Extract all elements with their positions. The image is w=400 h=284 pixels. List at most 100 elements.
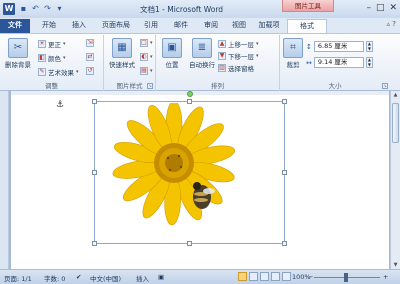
close-icon[interactable]: ✕	[389, 2, 397, 14]
tab-format[interactable]: 格式	[287, 19, 327, 33]
tab-home[interactable]: 开始	[36, 19, 62, 33]
language[interactable]: 中文(中国)	[90, 273, 121, 283]
tab-insert[interactable]: 插入	[66, 19, 92, 33]
scroll-down-icon[interactable]: ▼	[392, 262, 399, 268]
full-screen-reading-icon[interactable]	[249, 272, 258, 281]
group-size: ⌗ 裁剪 ↕ 6.85 厘米 ▲ ▼ ↔ 9.14 厘米 ▲ ▼ 大小 ↘	[280, 35, 390, 91]
send-backward-icon: ▼	[218, 52, 226, 60]
scroll-up-icon[interactable]: ▲	[392, 92, 399, 98]
picture-selection-frame[interactable]	[94, 101, 285, 244]
resize-handle-right[interactable]	[282, 170, 287, 175]
group-label-size: 大小	[328, 82, 342, 90]
tab-references[interactable]: 引用	[138, 19, 164, 33]
tab-mailings[interactable]: 邮件	[168, 19, 194, 33]
selection-pane-label: 选择窗格	[228, 65, 254, 73]
zoom-out-icon[interactable]: −	[308, 273, 313, 281]
resize-handle-left[interactable]	[92, 170, 97, 175]
position-icon: ▣	[162, 38, 182, 58]
compress-icon: ⇲	[86, 39, 94, 47]
vertical-scrollbar[interactable]: ▲ ▼	[390, 91, 400, 269]
word-app-icon[interactable]: W	[3, 3, 15, 15]
picture-effects-button[interactable]: ◐ ▾	[140, 53, 153, 61]
height-icon: ↕	[306, 42, 312, 51]
width-spinner[interactable]: ↔ 9.14 厘米 ▲ ▼	[306, 57, 373, 68]
height-spin-arrows-icon[interactable]: ▲ ▼	[365, 41, 373, 52]
insert-mode[interactable]: 插入	[136, 273, 149, 283]
title-bar: W ▪ ↶ ↷ ▾ 文档1 - Microsoft Word 图片工具 – □ …	[0, 0, 400, 18]
picture-border-button[interactable]: □ ▾	[140, 39, 153, 47]
tab-page-layout[interactable]: 页面布局	[96, 19, 136, 33]
tab-view[interactable]: 视图	[226, 19, 252, 33]
send-backward-button[interactable]: ▼ 下移一层 ▾	[218, 51, 259, 61]
send-backward-label: 下移一层	[228, 53, 254, 61]
save-icon[interactable]: ▪	[19, 4, 28, 13]
tab-review[interactable]: 审阅	[198, 19, 224, 33]
selection-pane-button[interactable]: ▥ 选择窗格	[218, 63, 254, 73]
change-picture-button[interactable]: ⇄	[86, 53, 94, 61]
window-title: 文档1 - Microsoft Word	[140, 5, 224, 14]
customize-qat-icon[interactable]: ▾	[55, 4, 64, 13]
dropdown-arrow-icon: ▾	[63, 41, 66, 47]
macro-record-icon[interactable]: ▣	[158, 273, 164, 281]
window-controls: – □ ✕	[366, 2, 397, 14]
height-spinner[interactable]: ↕ 6.85 厘米 ▲ ▼	[306, 41, 373, 52]
anchor-icon: ⚓	[56, 100, 65, 110]
resize-handle-top-right[interactable]	[282, 99, 287, 104]
resize-handle-top-left[interactable]	[92, 99, 97, 104]
group-arrange: ▣ 位置 ≣ 自动换行 ▲ 上移一层 ▾ ▼ 下移一层 ▾ ▥ 选择窗格 排列	[156, 35, 280, 91]
maximize-icon[interactable]: □	[376, 2, 385, 14]
crop-button[interactable]: ⌗ 裁剪	[282, 38, 304, 69]
zoom-slider-knob[interactable]	[344, 273, 348, 282]
resize-handle-top[interactable]	[187, 99, 192, 104]
height-input[interactable]: 6.85 厘米	[313, 41, 364, 52]
resize-handle-bottom-right[interactable]	[282, 241, 287, 246]
tab-file[interactable]: 文件	[0, 19, 30, 33]
draft-icon[interactable]	[282, 272, 291, 281]
scroll-thumb[interactable]	[392, 103, 399, 143]
reset-picture-button[interactable]: ↺	[86, 67, 94, 75]
selection-pane-icon: ▥	[218, 64, 226, 72]
dropdown-arrow-icon: ▾	[150, 40, 153, 46]
dropdown-arrow-icon: ▾	[256, 53, 259, 59]
bring-forward-button[interactable]: ▲ 上移一层 ▾	[218, 39, 259, 49]
undo-icon[interactable]: ↶	[31, 4, 40, 13]
quick-access-toolbar: ▪ ↶ ↷ ▾	[19, 4, 64, 13]
bring-forward-icon: ▲	[218, 40, 226, 48]
picture-tools-header: 图片工具	[282, 0, 334, 12]
page-count[interactable]: 页面: 1/1	[4, 273, 32, 283]
group-label-arrange: 排列	[211, 82, 224, 90]
crop-icon: ⌗	[283, 38, 303, 58]
outline-icon[interactable]	[271, 272, 280, 281]
rotate-handle[interactable]	[187, 91, 193, 97]
color-button[interactable]: ◧ 颜色 ▾	[38, 53, 66, 63]
resize-handle-bottom[interactable]	[187, 241, 192, 246]
picture-layout-button[interactable]: ▤ ▾	[140, 67, 153, 75]
resize-handle-bottom-left[interactable]	[92, 241, 97, 246]
picture-styles-launcher-icon[interactable]: ↘	[147, 83, 153, 89]
bring-forward-label: 上移一层	[228, 41, 254, 49]
minimize-icon[interactable]: –	[366, 2, 371, 14]
position-button[interactable]: ▣ 位置	[160, 38, 184, 69]
width-input[interactable]: 9.14 厘米	[313, 57, 364, 68]
compress-pictures-button[interactable]: ⇲	[86, 39, 94, 47]
proofing-icon[interactable]: ✔	[76, 273, 81, 281]
size-launcher-icon[interactable]: ↘	[382, 83, 388, 89]
group-picture-styles: ▦ 快速样式 □ ▾ ◐ ▾ ▤ ▾ 图片样式 ↘	[104, 35, 156, 91]
quick-styles-button[interactable]: ▦ 快速样式	[107, 38, 137, 69]
artistic-effects-button[interactable]: ✎ 艺术效果 ▾	[38, 67, 79, 77]
zoom-in-icon[interactable]: +	[383, 273, 388, 281]
remove-background-button[interactable]: ✂ 删除背景	[2, 38, 34, 69]
web-layout-icon[interactable]	[260, 272, 269, 281]
width-spin-arrows-icon[interactable]: ▲ ▼	[365, 57, 373, 68]
ribbon-minimize-help-icons[interactable]: ▵ ?	[387, 20, 396, 28]
corrections-button[interactable]: ☀ 更正 ▾	[38, 39, 66, 49]
tab-addins[interactable]: 加载项	[254, 19, 284, 33]
wrap-text-button[interactable]: ≣ 自动换行	[186, 38, 218, 69]
ribbon-format: ✂ 删除背景 ☀ 更正 ▾ ◧ 颜色 ▾ ✎ 艺术效果 ▾ ⇲ ⇄ ↺ 调整 ▦…	[0, 33, 400, 91]
document-area: ⚓ ▲ ▼	[0, 91, 400, 269]
redo-icon[interactable]: ↷	[43, 4, 52, 13]
remove-background-icon: ✂	[8, 38, 28, 58]
word-count[interactable]: 字数: 0	[44, 273, 65, 283]
remove-background-label: 删除背景	[5, 61, 31, 69]
print-layout-icon[interactable]	[238, 272, 247, 281]
